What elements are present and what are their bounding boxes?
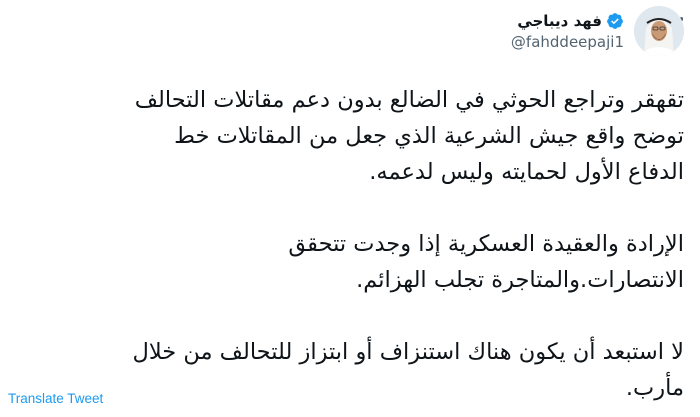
tweet-line: الدفاع الأول لحمايته وليس لدعمه. — [369, 159, 684, 185]
author-display-name[interactable]: فهد ديباجي — [517, 12, 602, 30]
tweet-line: الانتصارات.والمتاجرة تجلب الهزائم. — [356, 267, 684, 293]
tweet-card: فهد ديباجي @fahddeepaji1 تقهقر وتراجع ال… — [0, 0, 700, 417]
tweet-paragraph: تقهقر وتراجع الحوثي في الضالع بدون دعم م… — [12, 82, 684, 190]
avatar[interactable] — [634, 6, 684, 56]
tweet-line: تقهقر وتراجع الحوثي في الضالع بدون دعم م… — [134, 87, 684, 113]
tweet-text: تقهقر وتراجع الحوثي في الضالع بدون دعم م… — [12, 82, 684, 406]
name-row: فهد ديباجي — [517, 12, 624, 30]
tweet-paragraph: لا استبعد أن يكون هناك استنزاف أو ابتزاز… — [12, 334, 684, 406]
tweet-author: فهد ديباجي @fahddeepaji1 — [511, 6, 684, 56]
translate-tweet-link[interactable]: Translate Tweet — [8, 391, 103, 406]
verified-badge-icon — [606, 12, 624, 30]
author-names: فهد ديباجي @fahddeepaji1 — [511, 12, 624, 51]
tweet-line: مأرب. — [625, 375, 684, 401]
author-handle[interactable]: @fahddeepaji1 — [511, 33, 624, 51]
tweet-paragraph: الإرادة والعقيدة العسكرية إذا وجدت تتحقق… — [12, 226, 684, 298]
tweet-line: الإرادة والعقيدة العسكرية إذا وجدت تتحقق — [288, 231, 684, 257]
tweet-line: توضح واقع جيش الشرعية الذي جعل من المقات… — [174, 123, 684, 149]
tweet-line: لا استبعد أن يكون هناك استنزاف أو ابتزاز… — [132, 339, 684, 365]
avatar-image — [634, 6, 684, 56]
